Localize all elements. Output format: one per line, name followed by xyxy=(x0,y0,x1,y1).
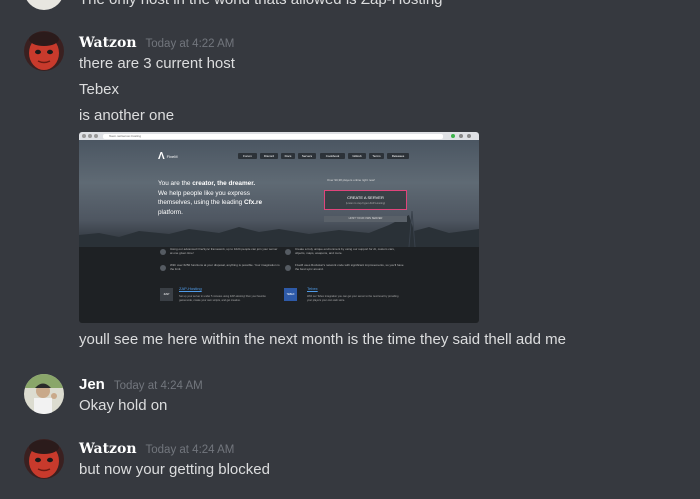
message-text: but now your getting blocked xyxy=(79,461,270,478)
avatar[interactable] xyxy=(24,439,64,479)
nav-link[interactable]: Cookbook xyxy=(320,153,345,159)
partner-link-zap[interactable]: ZAP-Hosting xyxy=(179,286,202,291)
feature-text: FiveM uses Rockstar's network code with … xyxy=(295,263,404,271)
username[interactable]: Watzon xyxy=(79,35,137,51)
message-text: Tebex xyxy=(79,81,120,98)
feature-text: With over 6250 functions at your disposa… xyxy=(170,263,280,271)
nav-link[interactable]: Forum xyxy=(238,153,257,159)
message-text: is another one xyxy=(79,107,175,124)
message-header: Jen Today at 4:24 AM xyxy=(79,376,203,393)
feature-icon xyxy=(160,265,166,271)
nav-link[interactable]: Docs xyxy=(281,153,295,159)
feature-text: Using our advanced OneSync framework, up… xyxy=(170,247,278,255)
browser-chrome: fivem.net/server-hosting xyxy=(79,132,479,140)
avatar[interactable] xyxy=(24,31,64,71)
partner-desc: Set up your server in under 5 minutes us… xyxy=(179,295,266,302)
avatar[interactable] xyxy=(24,0,64,10)
nav-link[interactable]: Discord xyxy=(260,153,278,159)
partner-desc: With our Tebex integration you can get y… xyxy=(307,295,399,302)
online-count: Over 90,38 players online right now! xyxy=(327,178,376,182)
zap-hosting-logo: ZAP xyxy=(160,288,173,301)
feature-text: Create a truly unique environment by usi… xyxy=(295,247,395,255)
message-text: Okay hold on xyxy=(79,397,168,414)
message-header: Watzon Today at 4:24 AM xyxy=(79,441,234,457)
feature-icon xyxy=(160,249,166,255)
address-bar: fivem.net/server-hosting xyxy=(103,133,443,139)
host-own-server-button[interactable]: HOST YOUR OWN SERVER xyxy=(324,216,407,222)
message-text: youll see me here within the next month … xyxy=(79,331,566,348)
message-text: The only host in the world thats allowed… xyxy=(79,0,443,8)
message-text: there are 3 current host xyxy=(79,55,235,72)
fivem-logo: Λ FiveM xyxy=(158,151,178,162)
hero-headline: You are the creator, the dreamer. We hel… xyxy=(158,180,263,216)
timestamp: Today at 4:22 AM xyxy=(145,38,235,50)
tebex-logo: TEBEX xyxy=(284,288,297,301)
create-server-button[interactable]: CREATE A SERVER (Listen to zap-hyper-ZAP… xyxy=(324,190,407,210)
avatar[interactable] xyxy=(24,374,64,414)
nav-link[interactable]: Releases xyxy=(387,153,409,159)
image-attachment[interactable]: fivem.net/server-hosting Λ FiveM Forum Di… xyxy=(79,132,479,323)
hero-banner: Λ FiveM Forum Discord Docs Servers Cookbo… xyxy=(79,140,479,247)
nav-link[interactable]: GitHub xyxy=(348,153,366,159)
timestamp: Today at 4:24 AM xyxy=(113,380,203,392)
timestamp: Today at 4:24 AM xyxy=(145,444,235,456)
partner-link-tebex[interactable]: Tebex xyxy=(307,286,318,291)
feature-icon xyxy=(285,249,291,255)
feature-icon xyxy=(285,265,291,271)
nav-link[interactable]: Terms xyxy=(369,153,384,159)
username[interactable]: Jen xyxy=(79,376,105,393)
nav-link[interactable]: Servers xyxy=(298,153,316,159)
username[interactable]: Watzon xyxy=(79,441,137,457)
message-header: Watzon Today at 4:22 AM xyxy=(79,35,234,51)
